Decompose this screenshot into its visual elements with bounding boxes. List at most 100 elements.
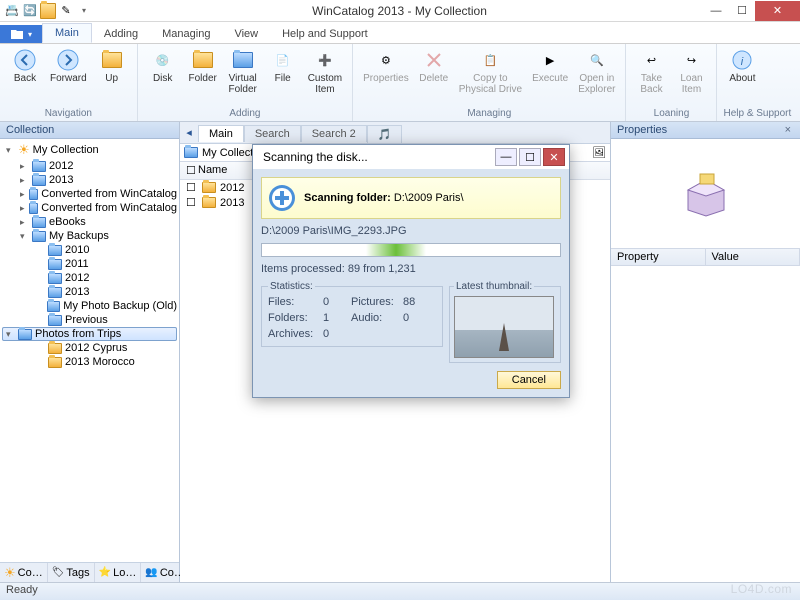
tree-node[interactable]: 2012 <box>2 271 177 285</box>
ribbon-group-help: iAbout Help & Support <box>717 44 797 121</box>
watermark: LO4D.com <box>731 582 792 596</box>
statistics-box: Statistics: Files:0 Pictures:88 Folders:… <box>261 281 443 347</box>
qat-back-icon[interactable]: 🔄 <box>22 3 38 19</box>
collection-panel: Collection ▾☀My Collection▸2012▸2013▸Con… <box>0 122 180 582</box>
ribbon-group-managing: ⚙Properties Delete 📋Copy to Physical Dri… <box>353 44 626 121</box>
execute-button[interactable]: ▶Execute <box>528 46 572 97</box>
tree-node[interactable]: 2010 <box>2 243 177 257</box>
col-property[interactable]: Property <box>611 249 706 265</box>
tab-search[interactable]: Search <box>244 125 301 142</box>
tree-node[interactable]: ▸2012 <box>2 159 177 173</box>
ribbon-group-loaning: ↩Take Back ↪Loan Item Loaning <box>626 44 717 121</box>
col-name: Name <box>198 164 258 177</box>
properties-columns: Property Value <box>611 249 800 266</box>
bottom-tab-tags[interactable]: 🏷Tags <box>48 563 95 582</box>
collection-bottom-tabs: ☀Co… 🏷Tags ⭐Lo… 👥Co… <box>0 562 179 582</box>
tree-node[interactable]: ▸Converted from WinCatalog <box>2 201 177 215</box>
tree-root[interactable]: ▾☀My Collection <box>2 141 177 159</box>
properties-panel: Properties× Property Value <box>610 122 800 582</box>
window-controls: — ☐ ✕ <box>703 1 800 21</box>
ribbon-tabs: ▾ Main Adding Managing View Help and Sup… <box>0 22 800 44</box>
file-button[interactable]: 📄File <box>264 46 302 97</box>
tab-search2[interactable]: Search 2 <box>301 125 367 142</box>
loan-item-button[interactable]: ↪Loan Item <box>672 46 710 97</box>
dialog-title: Scanning the disk... <box>263 150 493 164</box>
tree-node[interactable]: 2013 Morocco <box>2 355 177 369</box>
properties-close-icon[interactable]: × <box>782 124 794 136</box>
file-tab[interactable]: ▾ <box>0 25 42 43</box>
tree-node[interactable]: 2013 <box>2 285 177 299</box>
tree-node[interactable]: ▸2013 <box>2 173 177 187</box>
dialog-minimize-button[interactable]: — <box>495 148 517 166</box>
tree-node[interactable]: ▸eBooks <box>2 215 177 229</box>
current-file: D:\2009 Paris\IMG_2293.JPG <box>261 225 561 237</box>
ribbon-tab-managing[interactable]: Managing <box>150 25 222 43</box>
ribbon-tab-help[interactable]: Help and Support <box>270 25 380 43</box>
properties-preview <box>611 139 800 249</box>
folder-button[interactable]: Folder <box>184 46 222 97</box>
ribbon-group-navigation: Back Forward Up Navigation <box>0 44 138 121</box>
tree-node[interactable]: ▾My Backups <box>2 229 177 243</box>
dialog-titlebar[interactable]: Scanning the disk... — ☐ ✕ <box>253 145 569 169</box>
center-tabs: ◂ Main Search Search 2 🎵 <box>180 122 610 144</box>
back-button[interactable]: Back <box>6 46 44 86</box>
scan-banner: Scanning folder: D:\2009 Paris\ <box>261 177 561 219</box>
copy-button[interactable]: 📋Copy to Physical Drive <box>455 46 526 97</box>
disk-button[interactable]: 💿Disk <box>144 46 182 97</box>
breadcrumb-icon <box>184 147 198 158</box>
open-explorer-button[interactable]: 🔍Open in Explorer <box>574 46 619 97</box>
close-button[interactable]: ✕ <box>755 1 800 21</box>
ribbon-group-adding: 💿Disk Folder Virtual Folder 📄File ➕Custo… <box>138 44 353 121</box>
ribbon-tab-adding[interactable]: Adding <box>92 25 150 43</box>
tree-node[interactable]: 2011 <box>2 257 177 271</box>
tab-main[interactable]: Main <box>198 125 244 142</box>
bottom-tab-collection[interactable]: ☀Co… <box>0 563 48 582</box>
items-processed: Items processed: 89 from 1,231 <box>261 263 561 275</box>
ribbon: Back Forward Up Navigation 💿Disk Folder … <box>0 44 800 122</box>
tab-music[interactable]: 🎵 <box>367 125 403 143</box>
progress-bar <box>261 243 561 257</box>
box-icon <box>682 170 730 218</box>
forward-button[interactable]: Forward <box>46 46 91 86</box>
maximize-button[interactable]: ☐ <box>729 1 755 21</box>
take-back-button[interactable]: ↩Take Back <box>632 46 670 97</box>
tree-node[interactable]: 2012 Cyprus <box>2 341 177 355</box>
statusbar: Ready <box>0 582 800 600</box>
scanning-dialog: Scanning the disk... — ☐ ✕ Scanning fold… <box>252 144 570 398</box>
ribbon-tab-view[interactable]: View <box>222 25 270 43</box>
scan-folder-path: D:\2009 Paris\ <box>394 192 464 204</box>
qat-folder-icon[interactable] <box>40 3 56 19</box>
ribbon-tab-main[interactable]: Main <box>42 23 92 43</box>
col-value[interactable]: Value <box>706 249 800 265</box>
breadcrumb-thumb-icon[interactable]: 🖼 <box>592 146 606 159</box>
tree-node[interactable]: My Photo Backup (Old) <box>2 299 177 313</box>
collection-tree[interactable]: ▾☀My Collection▸2012▸2013▸Converted from… <box>0 139 179 562</box>
cancel-button[interactable]: Cancel <box>497 371 561 389</box>
tree-node[interactable]: ▾Photos from Trips <box>2 327 177 341</box>
latest-thumbnail <box>454 296 554 358</box>
qat-edit-icon[interactable]: ✎ <box>58 3 74 19</box>
qat: 📇 🔄 ✎ ▾ <box>0 3 96 19</box>
bottom-tab-locations[interactable]: ⭐Lo… <box>95 563 142 582</box>
dialog-maximize-button[interactable]: ☐ <box>519 148 541 166</box>
delete-button[interactable]: Delete <box>415 46 453 97</box>
up-button[interactable]: Up <box>93 46 131 86</box>
properties-header: Properties× <box>611 122 800 139</box>
app-icon: 📇 <box>4 3 20 19</box>
qat-dropdown-icon[interactable]: ▾ <box>76 3 92 19</box>
tree-node[interactable]: ▸Converted from WinCatalog <box>2 187 177 201</box>
dialog-close-button[interactable]: ✕ <box>543 148 565 166</box>
ribbon-group-label: Navigation <box>6 108 131 120</box>
virtual-folder-button[interactable]: Virtual Folder <box>224 46 262 97</box>
properties-button[interactable]: ⚙Properties <box>359 46 413 97</box>
plus-circle-icon <box>268 184 296 212</box>
window-title: WinCatalog 2013 - My Collection <box>96 4 703 18</box>
collection-header: Collection <box>0 122 179 139</box>
custom-item-button[interactable]: ➕Custom Item <box>304 46 346 97</box>
minimize-button[interactable]: — <box>703 1 729 21</box>
tab-nav-left[interactable]: ◂ <box>180 126 198 139</box>
thumbnail-box: Latest thumbnail: <box>449 281 561 363</box>
about-button[interactable]: iAbout <box>723 46 761 86</box>
titlebar: 📇 🔄 ✎ ▾ WinCatalog 2013 - My Collection … <box>0 0 800 22</box>
tree-node[interactable]: Previous <box>2 313 177 327</box>
